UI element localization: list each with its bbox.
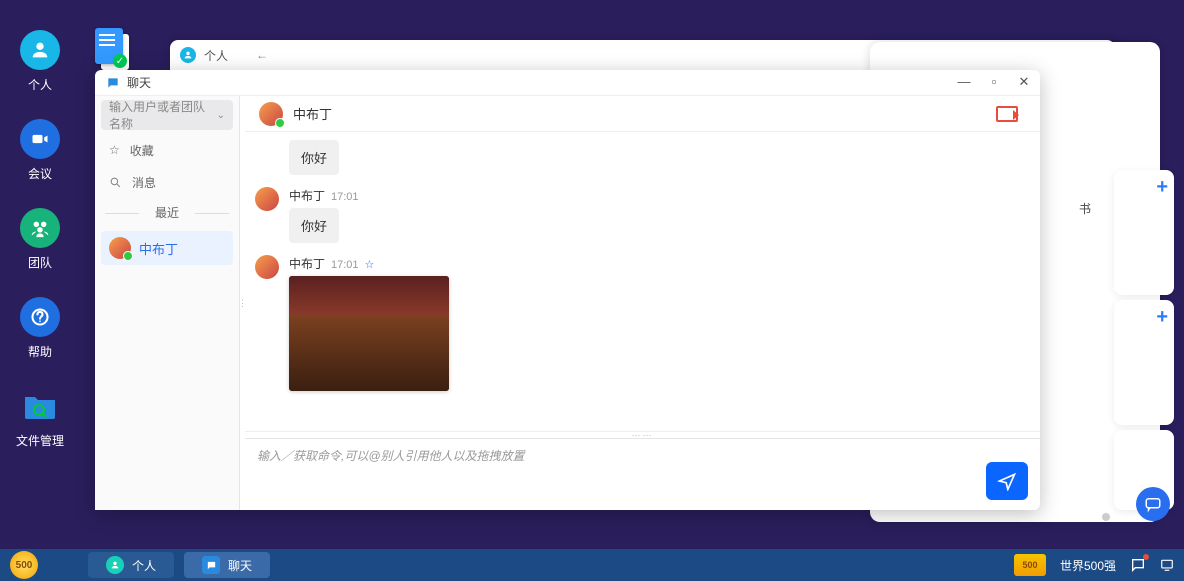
composer-placeholder: 输入／获取命令,可以@别人引用他人以及拖拽放置 (257, 447, 1028, 464)
conversation-header: 中布丁 (245, 96, 1040, 132)
contact-item[interactable]: 中布丁 (101, 231, 233, 265)
message-composer[interactable]: 输入／获取命令,可以@别人引用他人以及拖拽放置 (245, 438, 1040, 510)
sidebar-messages[interactable]: 消息 (95, 166, 239, 198)
card-label: 书 (1079, 200, 1091, 217)
taskbar: 500 个人 聊天 500 世界500强 (0, 549, 1184, 581)
taskbar-label: 聊天 (228, 557, 252, 574)
taskbar-tray: 500 世界500强 (1014, 554, 1174, 576)
plus-icon[interactable]: + (1156, 306, 1168, 329)
window-chat: 聊天 — ▫ ✕ 输入用户或者团队名称 ⌄ ☆ 收藏 消息 最近 (95, 70, 1040, 510)
start-label: 500 (16, 560, 33, 571)
taskbar-label: 个人 (132, 557, 156, 574)
chat-icon (105, 75, 121, 91)
sidebar-label: 收藏 (130, 142, 154, 159)
chevron-down-icon[interactable]: ⌄ (217, 110, 225, 121)
brand-logo[interactable]: 500 (1014, 554, 1046, 576)
app-dock: 个人 会议 团队 帮助 文件管理 (0, 0, 80, 581)
tray-chat-icon[interactable] (1130, 557, 1146, 573)
dock-label: 帮助 (28, 343, 52, 360)
avatar-spacer (255, 140, 279, 175)
dot-indicator (1102, 513, 1110, 521)
window-title: 聊天 (127, 74, 151, 91)
folder-search-icon (20, 386, 60, 426)
video-icon (20, 119, 60, 159)
message-list[interactable]: 你好 中布丁 17:01 你好 (245, 132, 1040, 431)
dock-label: 会议 (28, 165, 52, 182)
help-icon (20, 297, 60, 337)
maximize-icon[interactable]: ▫ (986, 74, 1002, 90)
message: 中布丁 17:01 你好 (255, 187, 1022, 243)
timestamp: 17:01 (331, 259, 359, 271)
video-call-icon[interactable] (996, 106, 1018, 122)
avatar (255, 187, 279, 211)
message-meta: 中布丁 17:01 ☆ (289, 255, 449, 272)
sidebar-label: 消息 (132, 174, 156, 191)
message-bubble[interactable]: 你好 (289, 208, 339, 243)
send-button[interactable] (986, 462, 1028, 500)
message-bubble[interactable]: 你好 (289, 140, 339, 175)
dock-item-team[interactable]: 团队 (20, 208, 60, 271)
avatar (259, 102, 283, 126)
message: 中布丁 17:01 ☆ (255, 255, 1022, 391)
dock-item-files[interactable]: 文件管理 (16, 386, 64, 449)
star-icon: ☆ (109, 143, 120, 157)
close-icon[interactable]: ✕ (1016, 74, 1032, 90)
chat-sidebar: 输入用户或者团队名称 ⌄ ☆ 收藏 消息 最近 中布丁 (95, 96, 240, 510)
bg-card[interactable]: +书 (1114, 170, 1174, 295)
sidebar-favorites[interactable]: ☆ 收藏 (95, 134, 239, 166)
section-recent: 最近 (95, 198, 239, 227)
conversation-title: 中布丁 (293, 104, 332, 123)
dock-item-meeting[interactable]: 会议 (20, 119, 60, 182)
window-title: 个人 (204, 47, 228, 64)
bg-card[interactable]: + (1114, 300, 1174, 425)
person-icon (20, 30, 60, 70)
person-icon (106, 556, 124, 574)
chat-fab[interactable] (1136, 487, 1170, 521)
message-meta: 中布丁 17:01 (289, 187, 359, 204)
resize-handle-horizontal[interactable]: ⋯⋯ (245, 431, 1040, 438)
contact-name: 中布丁 (139, 239, 178, 258)
team-icon (20, 208, 60, 248)
taskbar-item-personal[interactable]: 个人 (88, 552, 174, 578)
minimize-icon[interactable]: — (956, 74, 972, 90)
search-input[interactable]: 输入用户或者团队名称 ⌄ (101, 100, 233, 130)
person-icon (180, 47, 196, 63)
titlebar[interactable]: 聊天 — ▫ ✕ (95, 70, 1040, 96)
sender-name: 中布丁 (289, 189, 325, 203)
star-icon[interactable]: ☆ (365, 259, 375, 271)
image-attachment[interactable] (289, 276, 449, 391)
dock-item-personal[interactable]: 个人 (20, 30, 60, 93)
avatar (255, 255, 279, 279)
message: 你好 (255, 140, 1022, 175)
plus-icon[interactable]: + (1156, 176, 1168, 199)
start-button[interactable]: 500 (10, 551, 38, 579)
conversation-pane: 中布丁 你好 中布丁 17:01 (245, 96, 1040, 510)
chat-icon (202, 556, 220, 574)
dock-item-help[interactable]: 帮助 (20, 297, 60, 360)
back-icon[interactable]: ← (256, 48, 268, 62)
avatar (109, 237, 131, 259)
tray-desktop-icon[interactable] (1160, 558, 1174, 572)
taskbar-item-chat[interactable]: 聊天 (184, 552, 270, 578)
dock-label: 个人 (28, 76, 52, 93)
window-controls: — ▫ ✕ (956, 74, 1032, 90)
timestamp: 17:01 (331, 191, 359, 203)
search-icon (109, 176, 122, 189)
dock-label: 文件管理 (16, 432, 64, 449)
search-placeholder: 输入用户或者团队名称 (109, 98, 217, 132)
brand-text: 世界500强 (1060, 557, 1116, 574)
dock-label: 团队 (28, 254, 52, 271)
sender-name: 中布丁 (289, 257, 325, 271)
